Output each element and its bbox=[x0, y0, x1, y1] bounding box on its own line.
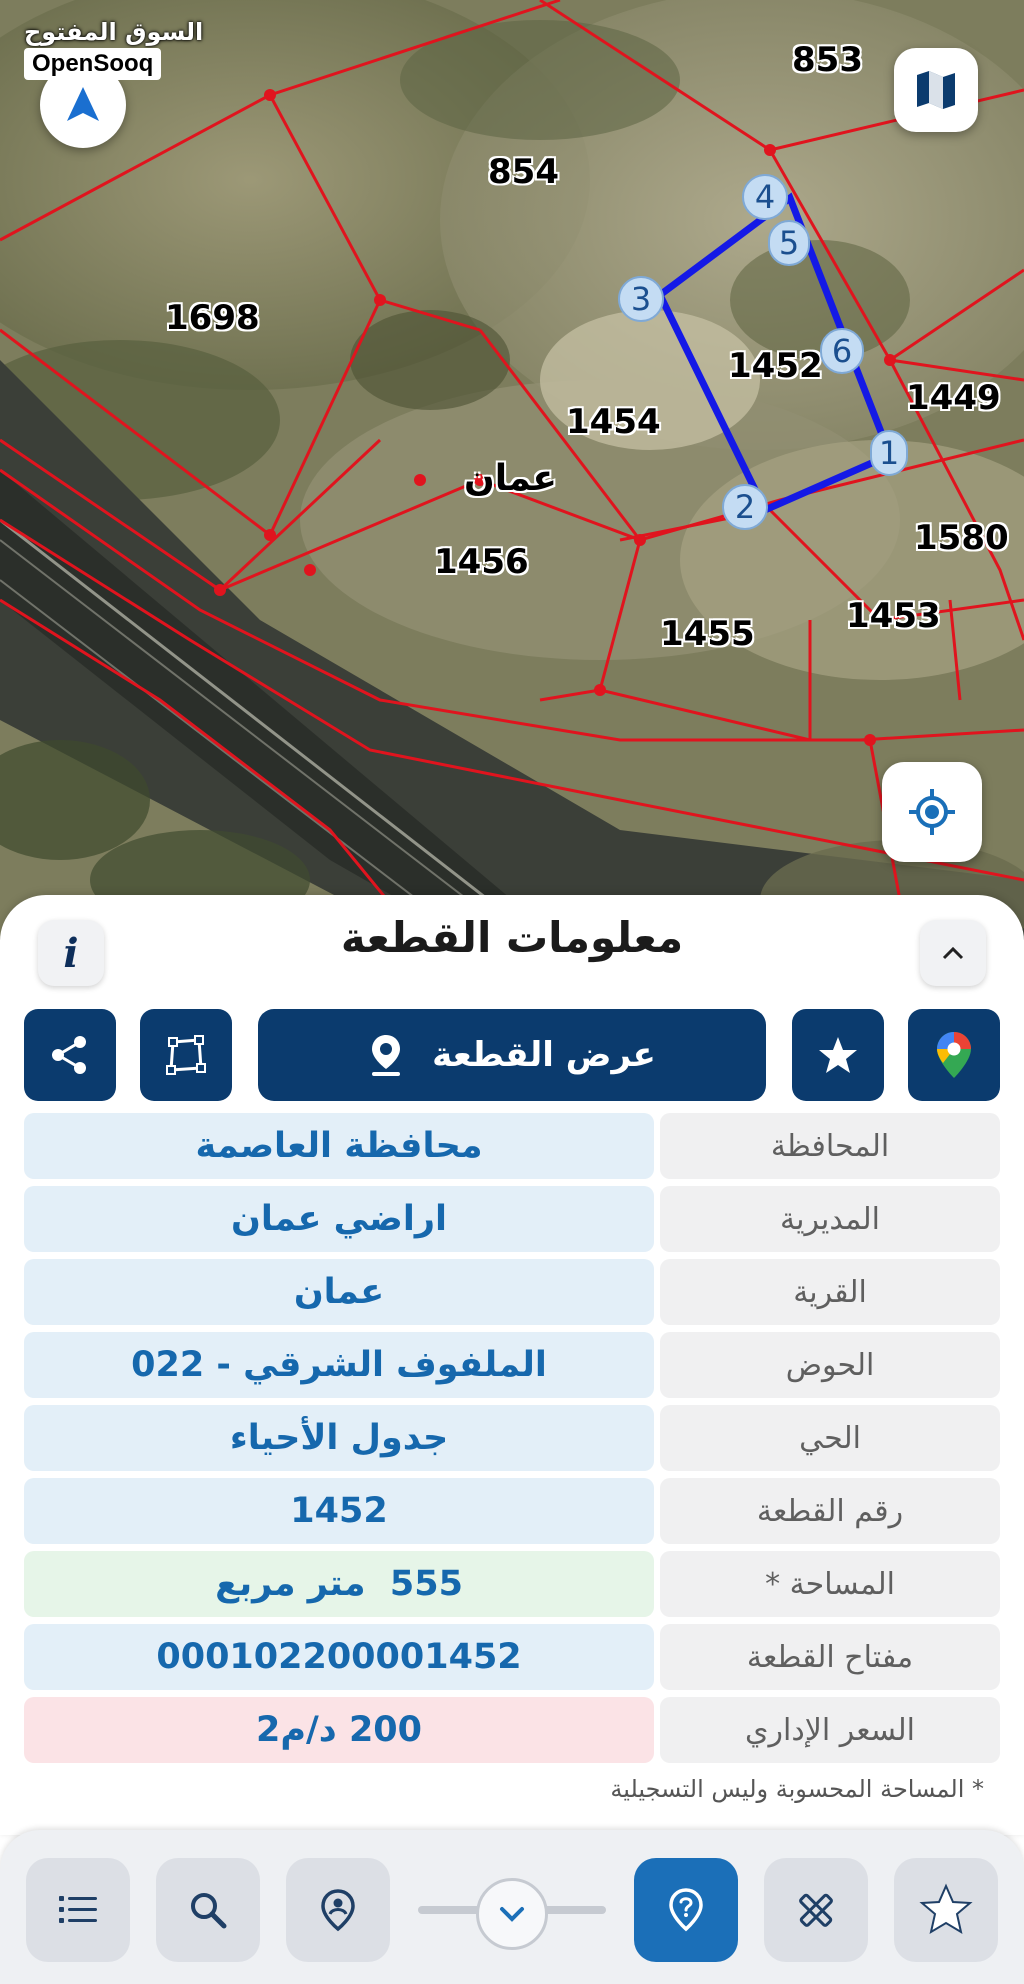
detail-row-parcel-number: 1452 رقم القطعة bbox=[24, 1478, 1000, 1544]
nav-list-button[interactable] bbox=[26, 1858, 130, 1962]
parcel-label-854: 854 bbox=[488, 152, 559, 192]
star-icon bbox=[819, 1037, 857, 1073]
question-pin-icon bbox=[669, 1888, 703, 1932]
my-location-button[interactable] bbox=[882, 762, 982, 862]
parcel-label-1454: 1454 bbox=[566, 402, 661, 442]
detail-value: الملفوف الشرقي - 022 bbox=[24, 1332, 654, 1398]
view-parcel-label: عرض القطعة bbox=[432, 1035, 656, 1075]
search-icon bbox=[191, 1893, 227, 1929]
vertex-marker-4[interactable]: 4 bbox=[742, 174, 788, 220]
chevron-down-icon bbox=[500, 1907, 524, 1922]
detail-row-parcel-key: 000102200001452 مفتاح القطعة bbox=[24, 1624, 1000, 1690]
collapse-button[interactable] bbox=[920, 920, 986, 986]
parcel-label-1580: 1580 bbox=[914, 518, 1009, 558]
panel-toggle-button[interactable] bbox=[476, 1878, 548, 1950]
detail-label: مفتاح القطعة bbox=[660, 1624, 1000, 1690]
parcel-label-1698: 1698 bbox=[165, 298, 260, 338]
detail-label: الحي bbox=[660, 1405, 1000, 1471]
draw-polygon-button[interactable] bbox=[140, 1009, 232, 1101]
bottom-navigation bbox=[0, 1830, 1024, 1984]
view-parcel-button[interactable]: عرض القطعة bbox=[258, 1009, 766, 1101]
detail-row-basin: الملفوف الشرقي - 022 الحوض bbox=[24, 1332, 1000, 1398]
detail-value: اراضي عمان bbox=[24, 1186, 654, 1252]
parcel-label-1455: 1455 bbox=[660, 614, 755, 654]
area-footnote: * المساحة المحسوبة وليس التسجيلية bbox=[610, 1775, 984, 1803]
vertex-marker-1[interactable]: 1 bbox=[870, 430, 908, 476]
detail-value: 555 متر مربع bbox=[24, 1551, 654, 1617]
city-label: عمان bbox=[464, 458, 557, 499]
panel-title: معلومات القطعة bbox=[340, 913, 684, 962]
detail-value: 000102200001452 bbox=[24, 1624, 654, 1690]
polygon-select-icon bbox=[166, 1035, 206, 1075]
favorite-button[interactable] bbox=[792, 1009, 884, 1101]
person-pin-icon bbox=[321, 1889, 355, 1932]
list-icon bbox=[59, 1896, 97, 1923]
location-pin-icon bbox=[372, 1035, 401, 1076]
vertex-marker-2[interactable]: 2 bbox=[722, 484, 768, 530]
nav-place-button[interactable] bbox=[286, 1858, 390, 1962]
detail-row-governorate: محافظة العاصمة المحافظة bbox=[24, 1113, 1000, 1179]
map-icon bbox=[917, 71, 955, 109]
share-button[interactable] bbox=[24, 1009, 116, 1101]
detail-value: 1452 bbox=[24, 1478, 654, 1544]
nav-query-button[interactable] bbox=[634, 1858, 738, 1962]
star-icon bbox=[919, 1883, 973, 1935]
nav-favorites-button[interactable] bbox=[894, 1858, 998, 1962]
detail-label: المحافظة bbox=[660, 1113, 1000, 1179]
vertex-marker-3[interactable]: 3 bbox=[618, 276, 664, 322]
detail-row-admin-price: 200 د/م2 السعر الإداري bbox=[24, 1697, 1000, 1763]
action-toolbar: عرض القطعة bbox=[0, 1009, 1024, 1101]
opensooq-watermark: السوق المفتوح OpenSooq bbox=[24, 18, 204, 80]
parcel-details-table: محافظة العاصمة المحافظة اراضي عمان المدي… bbox=[24, 1113, 1000, 1770]
parcel-label-853: 853 bbox=[792, 40, 863, 80]
detail-row-village: عمان القرية bbox=[24, 1259, 1000, 1325]
google-maps-button[interactable] bbox=[908, 1009, 1000, 1101]
detail-label: رقم القطعة bbox=[660, 1478, 1000, 1544]
vertex-marker-6[interactable]: 6 bbox=[820, 328, 864, 374]
detail-value: عمان bbox=[24, 1259, 654, 1325]
vertex-marker-5[interactable]: 5 bbox=[768, 220, 810, 266]
parcel-label-1456: 1456 bbox=[434, 542, 529, 582]
google-maps-icon bbox=[937, 1032, 971, 1078]
detail-row-area: 555 متر مربع المساحة * bbox=[24, 1551, 1000, 1617]
parcel-label-1453: 1453 bbox=[846, 596, 941, 636]
nav-measure-button[interactable] bbox=[764, 1858, 868, 1962]
map-layers-button[interactable] bbox=[894, 48, 978, 132]
navigation-arrow-icon bbox=[67, 87, 99, 121]
detail-label: الحوض bbox=[660, 1332, 1000, 1398]
parcel-map[interactable]: 853 854 1698 1452 1449 1454 1580 1456 14… bbox=[0, 0, 1024, 940]
detail-row-directorate: اراضي عمان المديرية bbox=[24, 1186, 1000, 1252]
watermark-arabic: السوق المفتوح bbox=[24, 18, 204, 46]
detail-value: 200 د/م2 bbox=[24, 1697, 654, 1763]
detail-label: المديرية bbox=[660, 1186, 1000, 1252]
ruler-pencil-icon bbox=[799, 1893, 833, 1927]
parcel-label-1452: 1452 bbox=[728, 346, 823, 386]
nav-search-button[interactable] bbox=[156, 1858, 260, 1962]
share-icon bbox=[52, 1036, 86, 1074]
watermark-brand: OpenSooq bbox=[24, 48, 162, 80]
detail-value: محافظة العاصمة bbox=[24, 1113, 654, 1179]
detail-label: القرية bbox=[660, 1259, 1000, 1325]
chevron-up-icon bbox=[942, 946, 964, 960]
detail-label: السعر الإداري bbox=[660, 1697, 1000, 1763]
parcel-label-1449: 1449 bbox=[906, 378, 1001, 418]
detail-value: جدول الأحياء bbox=[24, 1405, 654, 1471]
detail-row-neighborhood: جدول الأحياء الحي bbox=[24, 1405, 1000, 1471]
detail-label: المساحة * bbox=[660, 1551, 1000, 1617]
crosshair-icon bbox=[909, 789, 955, 835]
parcel-info-panel: i معلومات القطعة عرض القطعة محافظة العاص… bbox=[0, 895, 1024, 1835]
